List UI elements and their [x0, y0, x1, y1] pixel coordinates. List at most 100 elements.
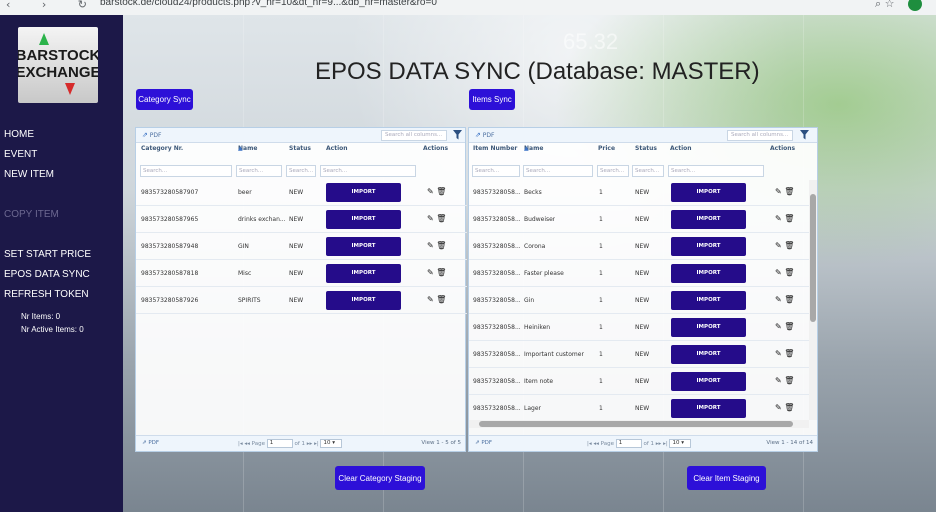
delete-trash-icon[interactable]: 🗑	[784, 322, 794, 331]
import-button[interactable]: IMPORT	[326, 264, 401, 283]
column-header-actions[interactable]: Actions	[770, 145, 795, 152]
delete-trash-icon[interactable]: 🗑	[436, 268, 446, 277]
delete-trash-icon[interactable]: 🗑	[436, 241, 446, 250]
delete-trash-icon[interactable]: 🗑	[784, 349, 794, 358]
column-header-price[interactable]: Price	[598, 145, 615, 152]
scrollbar-thumb[interactable]	[479, 421, 793, 427]
column-header-item-number[interactable]: Item Number	[473, 145, 517, 152]
sidebar-item-home[interactable]: HOME	[4, 125, 122, 145]
edit-pencil-icon[interactable]: ✎	[775, 295, 782, 304]
edit-pencil-icon[interactable]: ✎	[427, 187, 434, 196]
table-row[interactable]: 983573280587965 drinks exchan... NEW IMP…	[136, 207, 467, 233]
page-size-select[interactable]: 10 ▾	[669, 439, 692, 448]
column-header-category-nr[interactable]: Category Nr.	[141, 145, 183, 152]
category-sync-button[interactable]: Category Sync	[136, 89, 193, 110]
prev-page-icon[interactable]: ◂◂	[244, 441, 250, 447]
import-button[interactable]: IMPORT	[671, 318, 746, 337]
edit-pencil-icon[interactable]: ✎	[775, 403, 782, 412]
horizontal-scrollbar[interactable]	[469, 420, 809, 428]
import-button[interactable]: IMPORT	[326, 210, 401, 229]
barstock-exchange-logo[interactable]: BARSTOCK EXCHANGE	[18, 27, 98, 103]
pdf-export-link[interactable]: ⇗ PDF	[142, 440, 159, 446]
table-row[interactable]: 98357328058... Budweiser 1 NEW IMPORT ✎ …	[469, 207, 809, 233]
table-row[interactable]: 98357328058... Becks 1 NEW IMPORT ✎ 🗑	[469, 180, 809, 206]
table-row[interactable]: 98357328058... Faster please 1 NEW IMPOR…	[469, 261, 809, 287]
table-row[interactable]: 98357328058... Heiniken 1 NEW IMPORT ✎ 🗑	[469, 315, 809, 341]
column-header-action[interactable]: Action	[670, 145, 692, 152]
table-row[interactable]: 98357328058... Item note 1 NEW IMPORT ✎ …	[469, 369, 809, 395]
search-name-input[interactable]: Search...	[236, 165, 282, 177]
sidebar-item-new-item[interactable]: NEW ITEM	[4, 165, 122, 185]
edit-pencil-icon[interactable]: ✎	[775, 214, 782, 223]
bookmark-star-icon[interactable]: ☆	[885, 0, 895, 10]
sidebar-item-set-start-price[interactable]: SET START PRICE	[4, 245, 122, 265]
first-page-icon[interactable]: |◂	[238, 441, 243, 447]
table-row[interactable]: 983573280587818 Misc NEW IMPORT ✎ 🗑	[136, 261, 467, 287]
import-button[interactable]: IMPORT	[671, 345, 746, 364]
items-sync-button[interactable]: Items Sync	[469, 89, 515, 110]
first-page-icon[interactable]: |◂	[587, 441, 592, 447]
import-button[interactable]: IMPORT	[671, 291, 746, 310]
edit-pencil-icon[interactable]: ✎	[775, 376, 782, 385]
zoom-icon[interactable]: ⌕	[875, 0, 881, 10]
search-name-input[interactable]: Search...	[523, 165, 593, 177]
prev-page-icon[interactable]: ◂◂	[593, 441, 599, 447]
table-row[interactable]: 98357328058... Corona 1 NEW IMPORT ✎ 🗑	[469, 234, 809, 260]
sidebar-item-refresh-token[interactable]: REFRESH TOKEN	[4, 285, 122, 305]
search-all-input[interactable]: Search all columns...	[381, 130, 447, 141]
browser-nav-icons[interactable]: ‹ › ↻	[6, 0, 101, 11]
import-button[interactable]: IMPORT	[671, 399, 746, 418]
delete-trash-icon[interactable]: 🗑	[784, 295, 794, 304]
search-status-input[interactable]: Search...	[632, 165, 664, 177]
delete-trash-icon[interactable]: 🗑	[784, 376, 794, 385]
table-row[interactable]: 98357328058... Lager 1 NEW IMPORT ✎ 🗑	[469, 396, 809, 420]
address-bar[interactable]: barstock.de/cloud24/products.php?v_nr=10…	[100, 0, 437, 8]
search-category-nr-input[interactable]: Search...	[140, 165, 232, 177]
search-action-input[interactable]: Search...	[668, 165, 764, 177]
edit-pencil-icon[interactable]: ✎	[427, 214, 434, 223]
delete-trash-icon[interactable]: 🗑	[784, 403, 794, 412]
vertical-scrollbar[interactable]	[809, 180, 817, 420]
page-size-select[interactable]: 10 ▾	[320, 439, 343, 448]
filter-icon[interactable]	[800, 130, 809, 140]
import-button[interactable]: IMPORT	[671, 237, 746, 256]
import-button[interactable]: IMPORT	[671, 210, 746, 229]
sidebar-item-epos-data-sync[interactable]: EPOS DATA SYNC	[4, 265, 122, 285]
delete-trash-icon[interactable]: 🗑	[436, 214, 446, 223]
table-row[interactable]: 98357328058... Important customer 1 NEW …	[469, 342, 809, 368]
import-button[interactable]: IMPORT	[326, 183, 401, 202]
pdf-export-link[interactable]: ⇗ PDF	[475, 440, 492, 446]
column-header-status[interactable]: Status	[635, 145, 657, 152]
delete-trash-icon[interactable]: 🗑	[784, 187, 794, 196]
column-header-actions[interactable]: Actions	[423, 145, 448, 152]
column-header-status[interactable]: Status	[289, 145, 311, 152]
search-status-input[interactable]: Search...	[286, 165, 316, 177]
edit-pencil-icon[interactable]: ✎	[427, 295, 434, 304]
delete-trash-icon[interactable]: 🗑	[784, 241, 794, 250]
edit-pencil-icon[interactable]: ✎	[427, 241, 434, 250]
pdf-export-link[interactable]: ⇗ PDF	[475, 131, 495, 139]
scrollbar-thumb[interactable]	[810, 194, 816, 322]
sidebar-item-event[interactable]: EVENT	[4, 145, 122, 165]
page-number-input[interactable]: 1	[266, 439, 293, 448]
delete-trash-icon[interactable]: 🗑	[784, 214, 794, 223]
search-all-input[interactable]: Search all columns...	[727, 130, 793, 141]
clear-item-staging-button[interactable]: Clear Item Staging	[687, 466, 766, 490]
import-button[interactable]: IMPORT	[326, 291, 401, 310]
extension-icon[interactable]	[908, 0, 922, 11]
edit-pencil-icon[interactable]: ✎	[427, 268, 434, 277]
edit-pencil-icon[interactable]: ✎	[775, 187, 782, 196]
table-row[interactable]: 983573280587926 SPIRITS NEW IMPORT ✎ 🗑	[136, 288, 467, 314]
last-page-icon[interactable]: ▸|	[663, 441, 668, 447]
next-page-icon[interactable]: ▸▸	[307, 441, 313, 447]
last-page-icon[interactable]: ▸|	[314, 441, 319, 447]
filter-icon[interactable]	[453, 130, 462, 140]
import-button[interactable]: IMPORT	[671, 264, 746, 283]
page-number-input[interactable]: 1	[615, 439, 642, 448]
import-button[interactable]: IMPORT	[671, 183, 746, 202]
clear-category-staging-button[interactable]: Clear Category Staging	[335, 466, 425, 490]
delete-trash-icon[interactable]: 🗑	[436, 187, 446, 196]
search-item-number-input[interactable]: Search...	[472, 165, 520, 177]
search-action-input[interactable]: Search...	[320, 165, 416, 177]
edit-pencil-icon[interactable]: ✎	[775, 349, 782, 358]
